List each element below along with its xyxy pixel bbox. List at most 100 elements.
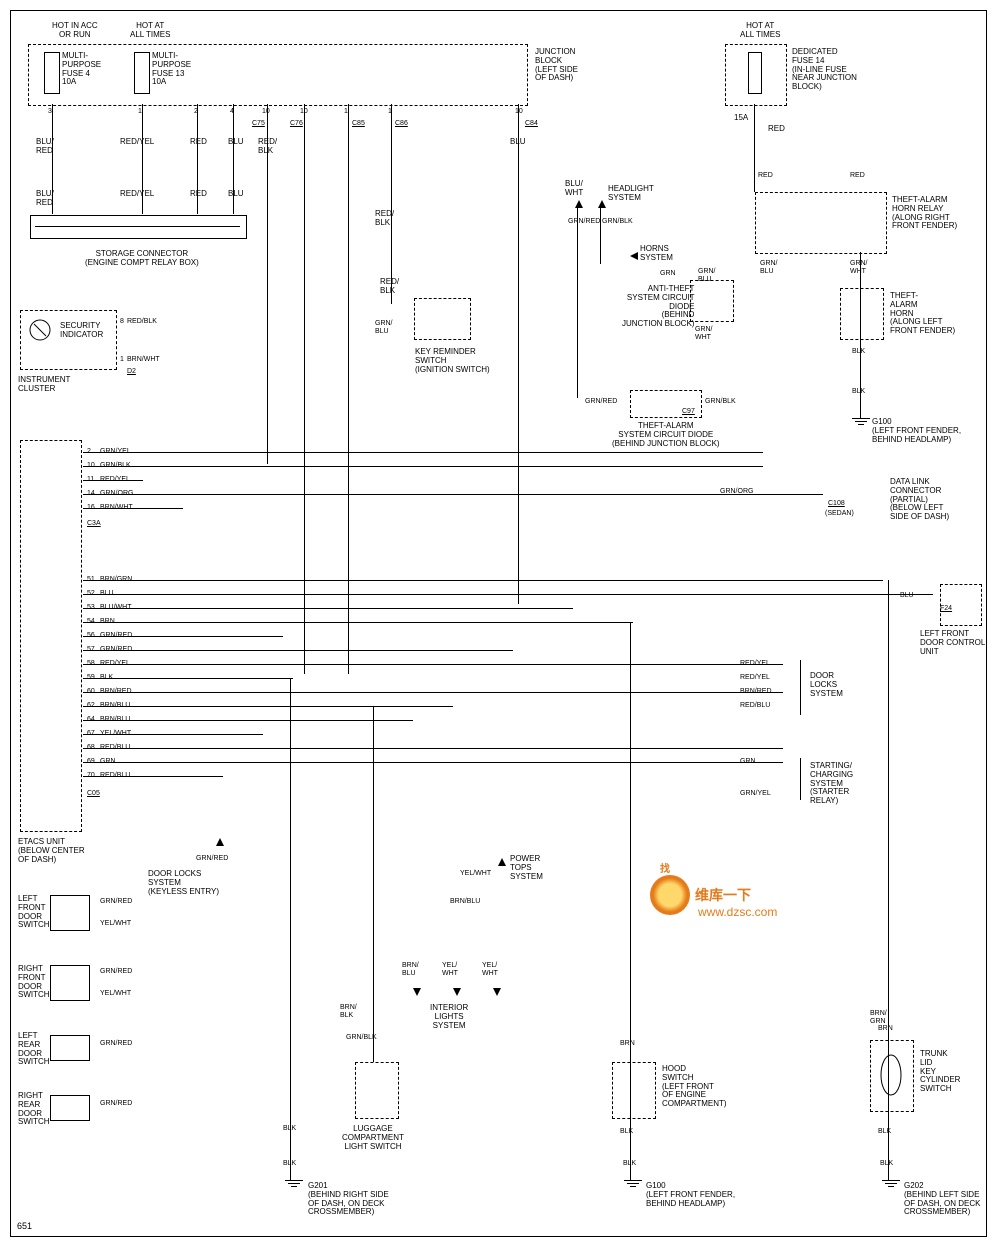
wire-grn-red-k: GRN/RED	[196, 855, 228, 863]
g100b-label: G100 (LEFT FRONT FENDER, BEHIND HEADLAMP…	[646, 1182, 735, 1208]
wire-grn-sc: GRN	[740, 758, 756, 766]
wire-blu-lf: BLU	[900, 592, 914, 600]
rf-door-switch-label: RIGHT FRONT DOOR SWITCH	[18, 965, 50, 1000]
v-line-2	[142, 104, 143, 214]
v-line-4	[233, 104, 234, 214]
luggage-switch-box	[355, 1062, 399, 1119]
wire-grnblk-h: GRN/BLK	[602, 218, 633, 226]
key-reminder-label: KEY REMINDER SWITCH (IGNITION SWITCH)	[415, 348, 490, 374]
wire-yelwht-rf: YEL/WHT	[100, 990, 131, 998]
fuse-mp4-symbol	[44, 52, 60, 94]
g201-label: G201 (BEHIND RIGHT SIDE OF DASH, ON DECK…	[308, 1182, 389, 1217]
wire-blu-1: BLU	[228, 138, 244, 147]
hood-label: HOOD SWITCH (LEFT FRONT OF ENGINE COMPAR…	[662, 1065, 727, 1109]
c05-label: C05	[87, 790, 100, 798]
eline-64	[83, 720, 413, 721]
wire-red-blk-3: RED/ BLK	[380, 278, 399, 296]
v-line-11	[600, 208, 601, 264]
wire-red-3: RED	[190, 190, 207, 199]
storage-connector-label: STORAGE CONNECTOR (ENGINE COMPT RELAY BO…	[85, 250, 199, 268]
wire-blk-g202: BLK	[880, 1160, 893, 1168]
storage-connector-box	[30, 215, 247, 239]
starting-label: STARTING/ CHARGING SYSTEM (STARTER RELAY…	[810, 762, 853, 806]
wire-brnred-dl: BRN/RED	[740, 688, 772, 696]
eline-62	[83, 706, 453, 707]
wire-redyel-dl: RED/YEL	[740, 660, 770, 668]
il-arrow1	[413, 988, 421, 996]
eline-11	[83, 480, 143, 481]
eline-70	[83, 776, 223, 777]
eline-53	[83, 608, 573, 609]
eline-57	[83, 650, 513, 651]
v-line-17	[373, 706, 374, 1062]
lf-door-unit-label: LEFT FRONT DOOR CONTROL UNIT	[920, 630, 985, 656]
dedicated-fuse-label: DEDICATED FUSE 14 (IN-LINE FUSE NEAR JUN…	[792, 48, 857, 92]
interior-lights-label: INTERIOR LIGHTS SYSTEM	[430, 1004, 468, 1030]
watermark-url: www.dzsc.com	[698, 905, 777, 919]
g100-label: G100 (LEFT FRONT FENDER, BEHIND HEADLAMP…	[872, 418, 961, 444]
hot-all-times-label: HOT AT ALL TIMES	[130, 22, 170, 40]
keyless-label: DOOR LOCKS SYSTEM (KEYLESS ENTRY)	[148, 870, 219, 896]
horns-arrow	[630, 252, 638, 260]
etacs-box	[20, 440, 82, 832]
theft-diode2-label: THEFT-ALARM SYSTEM CIRCUIT DIODE (BEHIND…	[612, 422, 720, 448]
wire-red-1: RED	[190, 138, 207, 147]
v-line-16	[888, 580, 889, 1180]
wire-yelwht-il: YEL/ WHT	[442, 962, 458, 977]
v-line-5	[267, 104, 268, 464]
wire-brn-blk-lug: BRN/ BLK	[340, 1004, 357, 1019]
lf-door-switch-label: LEFT FRONT DOOR SWITCH	[18, 895, 50, 930]
theft-horn-box	[840, 288, 884, 340]
key-reminder-box	[414, 298, 471, 340]
keyless-arrow	[216, 838, 224, 846]
wire-brnwht-d2: BRN/WHT	[127, 356, 160, 364]
junction-block-box	[28, 44, 528, 106]
wire-grn-wht-2: GRN/ WHT	[850, 260, 868, 275]
g100-ground	[852, 418, 870, 425]
eline-2	[83, 452, 763, 453]
v-line-12	[754, 104, 755, 192]
page-number: 651	[17, 1222, 32, 1232]
c76-label: C76	[290, 120, 303, 128]
wire-grnred-lf: GRN/RED	[100, 898, 132, 906]
g100b-ground	[624, 1180, 642, 1187]
c86-label: C86	[395, 120, 408, 128]
powertops-label: POWER TOPS SYSTEM	[510, 855, 543, 881]
c85-label: C85	[352, 120, 365, 128]
doorlocks-label: DOOR LOCKS SYSTEM	[810, 672, 843, 698]
wire-grnred-lr: GRN/RED	[100, 1040, 132, 1048]
eline-51	[83, 580, 883, 581]
wire-brngrn-trunk: BRN/ GRN	[870, 1010, 887, 1025]
g202-label: G202 (BEHIND LEFT SIDE OF DASH, ON DECK …	[904, 1182, 980, 1217]
c3a-label: C3A	[87, 520, 101, 528]
wire-grnred-rr: GRN/RED	[100, 1100, 132, 1108]
il-arrow2	[453, 988, 461, 996]
instrument-cluster-label: INSTRUMENT CLUSTER	[18, 376, 70, 394]
horns-label: HORNS SYSTEM	[640, 245, 673, 263]
wire-blk-hood: BLK	[620, 1128, 633, 1136]
v-line-1	[52, 104, 53, 214]
rf-door-switch	[50, 965, 90, 1001]
hood-switch-box	[612, 1062, 656, 1119]
wire-red-5: RED	[850, 172, 865, 180]
eline-10	[83, 466, 763, 467]
indicator-icon	[28, 318, 52, 342]
c97-label: C97	[682, 408, 695, 416]
luggage-label: LUGGAGE COMPARTMENT LIGHT SWITCH	[342, 1125, 404, 1151]
anti-theft-diode-box	[690, 280, 734, 322]
headlight-label: HEADLIGHT SYSTEM	[608, 185, 654, 203]
eline-16	[83, 508, 183, 509]
pin-1d: 1	[120, 356, 124, 363]
hot-all-times-2-label: HOT AT ALL TIMES	[740, 22, 780, 40]
wire-red-yel-2: RED/YEL	[120, 190, 154, 199]
eline-58	[83, 664, 783, 665]
eline-54	[83, 622, 633, 623]
pin-10a: 10	[262, 108, 270, 115]
wire-brnblu-il: BRN/ BLU	[402, 962, 419, 977]
eline-68	[83, 748, 783, 749]
v-line-10	[577, 208, 578, 398]
c108-label: C108	[828, 500, 845, 508]
d2-label: D2	[127, 368, 136, 376]
wire-brn-hood: BRN	[620, 1040, 635, 1048]
trunk-label: TRUNK LID KEY CYLINDER SWITCH	[920, 1050, 960, 1094]
